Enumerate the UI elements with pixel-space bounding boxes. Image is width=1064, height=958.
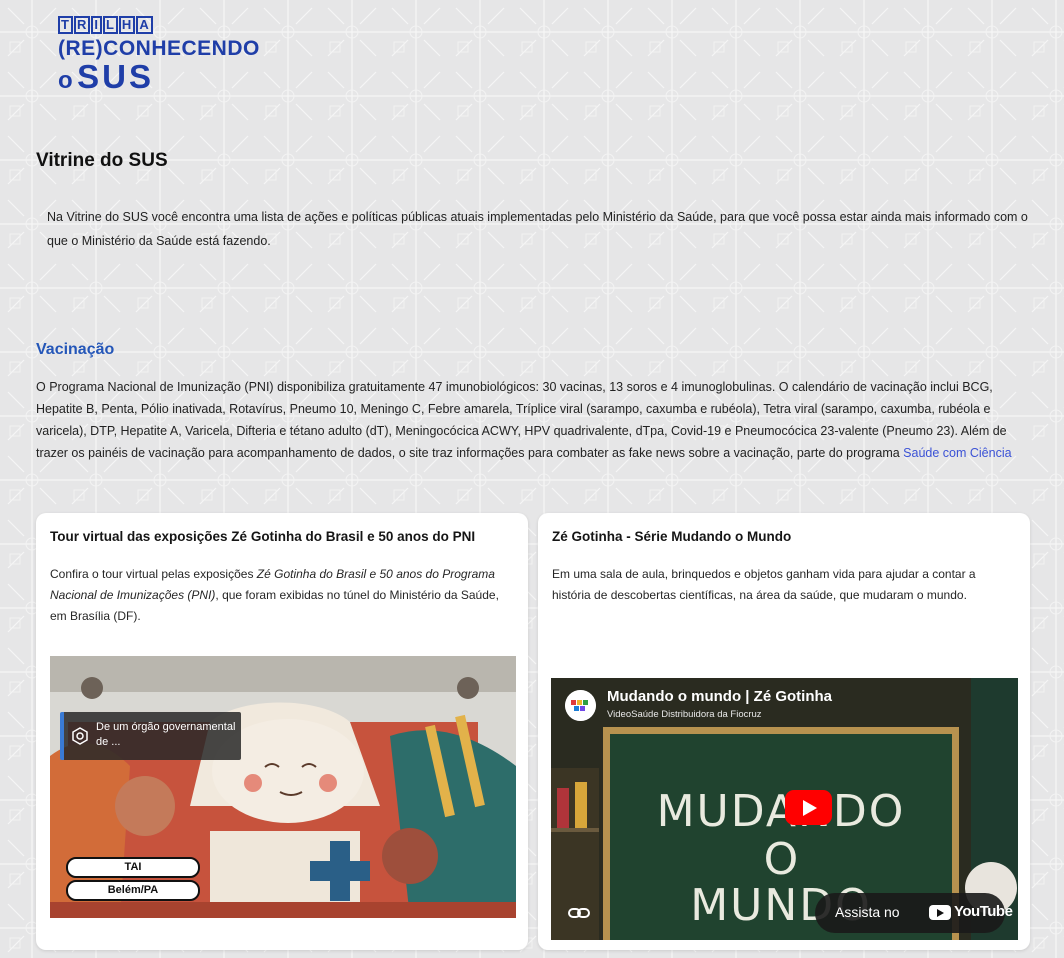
watch-on-youtube-button[interactable]: Assista no YouTube: [815, 893, 1013, 933]
channel-name[interactable]: VideoSaúde Distribuidora da Fiocruz: [607, 709, 762, 720]
tag-tai[interactable]: TAI: [66, 857, 200, 878]
logo-sus: o SUS: [58, 58, 154, 95]
trilha-logo[interactable]: TRILHA (RE)CONHECENDO o SUS: [58, 14, 260, 93]
youtube-embed[interactable]: MUDANDO O MUNDO Mudando o mundo | Zé Got…: [551, 678, 1018, 940]
card-description: Confira o tour virtual pelas exposições …: [50, 567, 499, 623]
copy-link-icon[interactable]: [568, 906, 590, 920]
saude-com-ciencia-link[interactable]: Saúde com Ciência: [903, 446, 1011, 460]
youtube-play-icon: [929, 905, 951, 920]
chalk-text-mudando: MUDANDO: [656, 786, 906, 837]
mural-illustration: [50, 656, 516, 918]
section-title-vacinacao: Vacinação: [36, 341, 115, 358]
chalk-text-o: O: [763, 834, 799, 885]
source-badge: De um órgão governamental de ...: [60, 712, 241, 760]
page-title: Vitrine do SUS: [36, 150, 168, 171]
page: TRILHA (RE)CONHECENDO o SUS Vitrine do S…: [0, 0, 1064, 958]
card-tour-virtual: Tour virtual das exposições Zé Gotinha d…: [36, 513, 528, 950]
video-title[interactable]: Mudando o mundo | Zé Gotinha: [607, 688, 832, 705]
vitrine-description: Na Vitrine do SUS você encontra uma list…: [47, 210, 1028, 248]
tag-belem-pa[interactable]: Belém/PA: [66, 880, 200, 901]
vacinacao-text: O Programa Nacional de Imunização (PNI) …: [36, 380, 1012, 460]
play-button[interactable]: [785, 790, 832, 825]
card-serie-mudando-o-mundo: Zé Gotinha - Série Mudando o Mundo Em um…: [538, 513, 1030, 950]
tour-virtual-embed[interactable]: De um órgão governamental de ... TAI Bel…: [50, 656, 516, 918]
card-title: Zé Gotinha - Série Mudando o Mundo: [552, 529, 792, 544]
channel-logo-icon: [565, 690, 596, 721]
logo-trilha: TRILHA: [58, 14, 260, 34]
logo-reconhecendo: (RE)CONHECENDO: [58, 37, 260, 60]
card-title: Tour virtual das exposições Zé Gotinha d…: [50, 529, 476, 544]
card-description: Em uma sala de aula, brinquedos e objeto…: [552, 567, 976, 602]
channel-avatar[interactable]: [565, 690, 596, 721]
hexagon-shield-icon: [72, 727, 88, 745]
